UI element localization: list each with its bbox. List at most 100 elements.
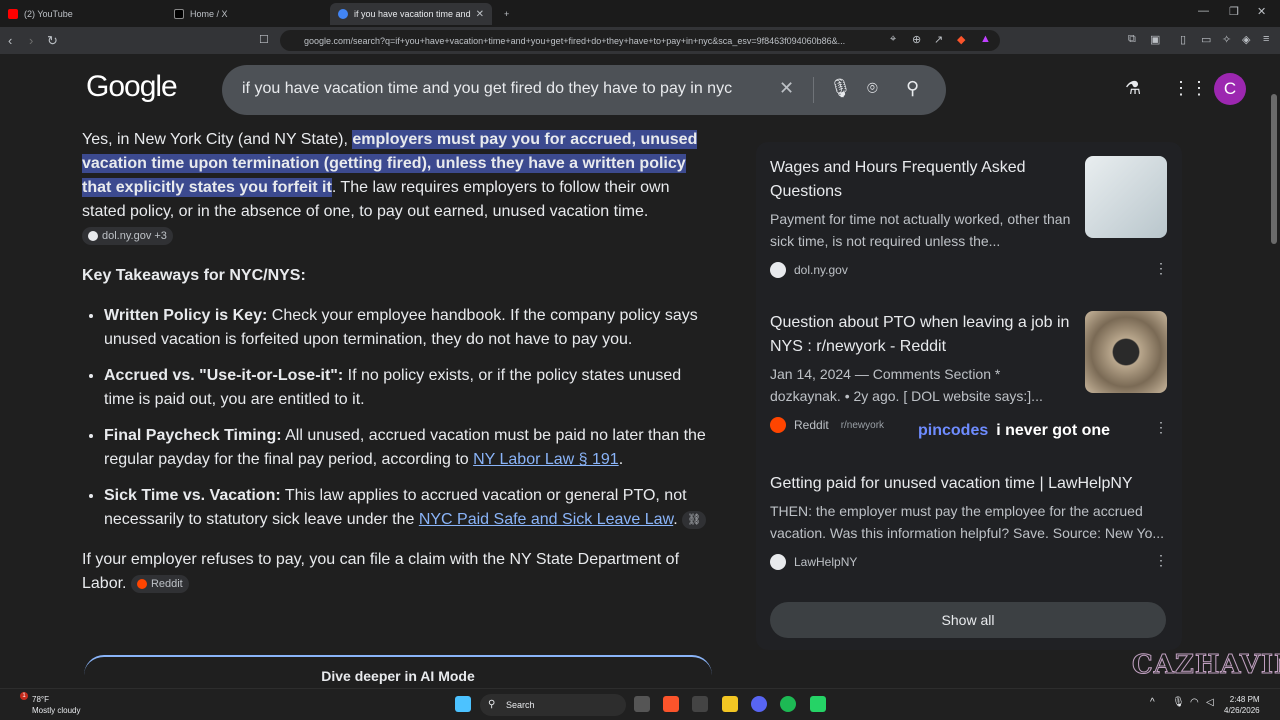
- reddit-icon: [136, 578, 147, 589]
- microphone-icon[interactable]: 🎙: [1172, 697, 1185, 708]
- ai-overview: Yes, in New York City (and NY State), em…: [82, 128, 712, 596]
- minimize-icon[interactable]: —: [1198, 5, 1209, 17]
- apps-icon[interactable]: ⋮⋮: [1172, 78, 1208, 99]
- extensions-icon[interactable]: ⧉: [1128, 33, 1136, 46]
- microphone-icon[interactable]: 🎙: [829, 78, 852, 99]
- tab-google-search[interactable]: if you have vacation time and yo ✕: [330, 3, 492, 25]
- google-header: Google if you have vacation time and you…: [0, 54, 1268, 126]
- search-box[interactable]: if you have vacation time and you get fi…: [222, 65, 946, 115]
- lens-icon[interactable]: ⌾: [867, 78, 878, 99]
- card-source: LawHelpNY: [770, 554, 1168, 570]
- reddit-chip[interactable]: Reddit: [130, 574, 189, 593]
- card-title[interactable]: Question about PTO when leaving a job in…: [770, 311, 1070, 359]
- video-caption-overlay: pincodes i never got one: [918, 422, 1111, 439]
- brave-icon[interactable]: [663, 696, 679, 712]
- sidebar-icon[interactable]: ▯: [1180, 33, 1186, 46]
- back-icon[interactable]: ‹: [8, 33, 12, 48]
- sources-panel: Wages and Hours Frequently Asked Questio…: [756, 142, 1182, 650]
- search-icon: ⚲: [488, 699, 496, 710]
- tab-label: if you have vacation time and yo: [354, 9, 472, 19]
- spotify-icon[interactable]: [780, 696, 796, 712]
- divider: [813, 77, 814, 103]
- list-item: Written Policy is Key: Check your employ…: [104, 304, 712, 352]
- app-icon[interactable]: [692, 696, 708, 712]
- tab-label: (2) YouTube: [24, 9, 73, 19]
- discord-icon[interactable]: [751, 696, 767, 712]
- closing-paragraph: If your employer refuses to pay, you can…: [82, 551, 680, 593]
- document-thumbnail: [1085, 156, 1167, 238]
- zoom-icon[interactable]: ⊕: [912, 33, 921, 46]
- dol-icon: [770, 262, 786, 278]
- lawhelpny-icon: [770, 554, 786, 570]
- card-snippet: Payment for time not actually worked, ot…: [770, 211, 1071, 249]
- google-icon: [338, 9, 348, 19]
- more-options-icon[interactable]: ⋮: [1154, 419, 1168, 436]
- vpn-icon[interactable]: ◈: [1242, 33, 1250, 46]
- leo-icon[interactable]: ✧: [1222, 33, 1231, 46]
- x-icon: [174, 9, 184, 19]
- link-icon[interactable]: ⛓: [682, 510, 707, 529]
- show-all-button[interactable]: Show all: [770, 602, 1166, 638]
- scrollbar[interactable]: [1268, 54, 1280, 686]
- labor-law-link[interactable]: NY Labor Law § 191: [473, 451, 619, 468]
- avatar[interactable]: C: [1214, 73, 1246, 105]
- list-item: Sick Time vs. Vacation: This law applies…: [104, 484, 712, 532]
- start-icon[interactable]: [455, 696, 471, 712]
- wallet-icon[interactable]: ▭: [1201, 33, 1211, 46]
- card-snippet: THEN: the employer must pay the employee…: [770, 503, 1165, 541]
- list-item: Accrued vs. "Use-it-or-Lose-it": If no p…: [104, 364, 712, 412]
- source-chip[interactable]: dol.ny.gov +3: [82, 226, 173, 245]
- forward-icon[interactable]: ›: [29, 33, 33, 48]
- dol-icon: [88, 230, 98, 241]
- google-logo[interactable]: Google: [86, 70, 178, 104]
- brave-rewards-icon[interactable]: ▲: [980, 33, 991, 45]
- weather-badge: 1: [20, 692, 28, 700]
- app-icon[interactable]: [810, 696, 826, 712]
- more-options-icon[interactable]: ⋮: [1154, 552, 1168, 569]
- card-source: dol.ny.gov: [770, 262, 1168, 278]
- maximize-icon[interactable]: ❐: [1229, 5, 1239, 18]
- source-card[interactable]: Question about PTO when leaving a job in…: [770, 311, 1168, 436]
- tab-x[interactable]: Home / X: [166, 3, 328, 25]
- watermark-logo: CAZHAVIN: [1132, 650, 1280, 681]
- browser-tab-bar: (2) YouTube Home / X if you have vacatio…: [0, 0, 1280, 27]
- share-icon[interactable]: ↗: [934, 33, 943, 46]
- sick-leave-law-link[interactable]: NYC Paid Safe and Sick Leave Law: [419, 511, 673, 528]
- source-card[interactable]: Wages and Hours Frequently Asked Questio…: [770, 156, 1168, 278]
- takeaways-list: Written Policy is Key: Check your employ…: [82, 304, 712, 532]
- wifi-icon[interactable]: ◠: [1190, 697, 1199, 708]
- card-snippet: Jan 14, 2024 — Comments Section * dozkay…: [770, 366, 1043, 404]
- clock[interactable]: 2:48 PM 4/26/2026: [1224, 694, 1260, 716]
- taskbar: 1 78°F Mostly cloudy ⚲ Search ^ 🎙 ◠ ◁ 2:…: [0, 688, 1280, 720]
- scrollbar-thumb[interactable]: [1271, 94, 1277, 244]
- chevron-up-icon[interactable]: ^: [1150, 697, 1155, 708]
- reload-icon[interactable]: ↻: [47, 33, 58, 49]
- takeaways-heading: Key Takeaways for NYC/NYS:: [82, 267, 306, 284]
- file-explorer-icon[interactable]: [722, 696, 738, 712]
- menu-icon[interactable]: ≡: [1263, 33, 1269, 45]
- clear-icon[interactable]: ✕: [779, 78, 794, 99]
- tab-label: Home / X: [190, 9, 228, 19]
- card-title[interactable]: Wages and Hours Frequently Asked Questio…: [770, 156, 1070, 204]
- close-window-icon[interactable]: ✕: [1257, 5, 1266, 18]
- youtube-icon: [8, 9, 18, 19]
- card-title[interactable]: Getting paid for unused vacation time | …: [770, 472, 1168, 496]
- volume-icon[interactable]: ◁: [1206, 697, 1214, 708]
- close-tab-icon[interactable]: ✕: [476, 9, 484, 20]
- tab-icon[interactable]: ▣: [1150, 33, 1160, 46]
- task-view-icon[interactable]: [634, 696, 650, 712]
- source-card[interactable]: Getting paid for unused vacation time | …: [770, 472, 1168, 570]
- intro-paragraph: Yes, in New York City (and NY State), em…: [82, 128, 712, 248]
- search-icon[interactable]: ⚲: [906, 78, 919, 99]
- search-input[interactable]: if you have vacation time and you get fi…: [242, 80, 732, 98]
- bookmark-icon[interactable]: ☐: [259, 33, 269, 46]
- labs-icon[interactable]: ⚗: [1125, 78, 1141, 99]
- tab-youtube[interactable]: (2) YouTube: [0, 3, 165, 25]
- reddit-icon: [770, 417, 786, 433]
- new-tab-button[interactable]: +: [496, 3, 517, 25]
- weather-widget[interactable]: 78°F Mostly cloudy: [32, 694, 80, 716]
- more-options-icon[interactable]: ⋮: [1154, 260, 1168, 277]
- location-icon[interactable]: ⌖: [890, 33, 896, 46]
- taskbar-search[interactable]: ⚲ Search: [480, 694, 626, 716]
- brave-shield-icon[interactable]: ◆: [957, 33, 965, 46]
